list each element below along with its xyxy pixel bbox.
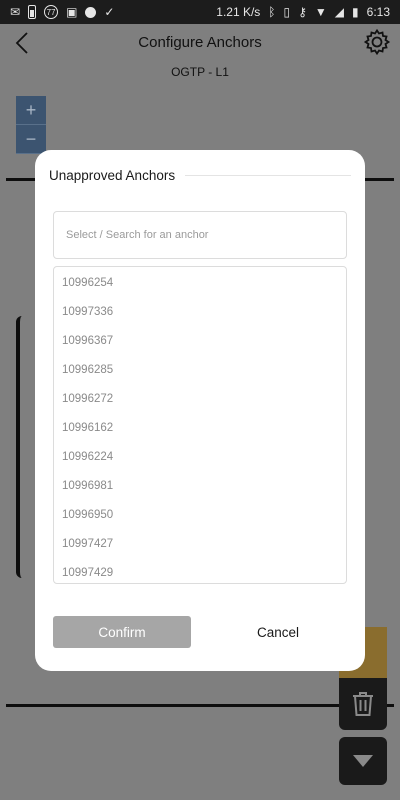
status-bar: ✉ 77 ▣ ✓ 1.21 K/s ᛒ ▯ ⚷ ▼ ◢ ▮ 6:13 (0, 0, 400, 24)
anchor-search-box[interactable] (53, 211, 347, 259)
page-subtitle: OGTP - L1 (171, 65, 229, 79)
network-speed: 1.21 K/s (216, 5, 261, 19)
anchor-list-item[interactable]: 10996285 (54, 356, 346, 385)
anchor-list-item[interactable]: 10997336 (54, 298, 346, 327)
anchor-list-item[interactable]: 10997427 (54, 530, 346, 559)
gear-icon (363, 28, 391, 56)
expand-button[interactable] (339, 737, 387, 785)
anchor-list-item[interactable]: 10996254 (54, 269, 346, 298)
floor-plan-wall (6, 704, 394, 707)
page-title: Configure Anchors (138, 34, 262, 51)
bluetooth-icon: ᛒ (268, 5, 276, 19)
anchor-list[interactable]: 10996254 10997336 10996367 10996285 1099… (53, 266, 347, 584)
battery-icon: ▮ (352, 5, 359, 19)
notification-count-icon: 77 (44, 5, 59, 19)
circle-icon (85, 6, 97, 18)
anchor-list-item[interactable]: 10996272 (54, 385, 346, 414)
anchor-list-item[interactable]: 10996224 (54, 443, 346, 472)
image-icon: ▣ (66, 5, 78, 19)
vibrate-icon: ▯ (283, 5, 291, 19)
anchor-search-input[interactable] (64, 228, 336, 242)
zoom-controls: + − (16, 96, 46, 154)
wechat-icon: ✉ (10, 5, 21, 19)
signal-icon: ◢ (334, 5, 345, 19)
divider (185, 175, 351, 176)
floor-plan-wall (16, 316, 28, 578)
phone-battery-icon (28, 5, 37, 19)
settings-button[interactable] (363, 28, 391, 56)
cancel-button[interactable]: Cancel (209, 616, 347, 648)
anchor-list-item[interactable]: 10996367 (54, 327, 346, 356)
dialog-title: Unapproved Anchors (49, 168, 176, 183)
dialog-header: Unapproved Anchors (49, 168, 351, 183)
clock: 6:13 (366, 5, 390, 19)
app-header: Configure Anchors OGTP - L1 (0, 24, 400, 94)
caret-down-icon (353, 755, 373, 767)
anchor-list-item[interactable]: 10996162 (54, 414, 346, 443)
vee-icon: ✓ (104, 5, 115, 19)
confirm-button[interactable]: Confirm (53, 616, 191, 648)
zoom-out-button[interactable]: − (16, 125, 46, 154)
anchor-list-item[interactable]: 10996981 (54, 472, 346, 501)
unapproved-anchors-dialog: Unapproved Anchors 10996254 10997336 109… (35, 150, 365, 671)
anchor-list-item[interactable]: 10996950 (54, 501, 346, 530)
anchor-list-item[interactable]: 10997429 (54, 559, 346, 583)
trash-icon (353, 692, 373, 716)
delete-button[interactable] (339, 678, 387, 730)
wifi-icon: ▼ (314, 5, 327, 19)
key-icon: ⚷ (298, 5, 307, 19)
zoom-in-button[interactable]: + (16, 96, 46, 125)
